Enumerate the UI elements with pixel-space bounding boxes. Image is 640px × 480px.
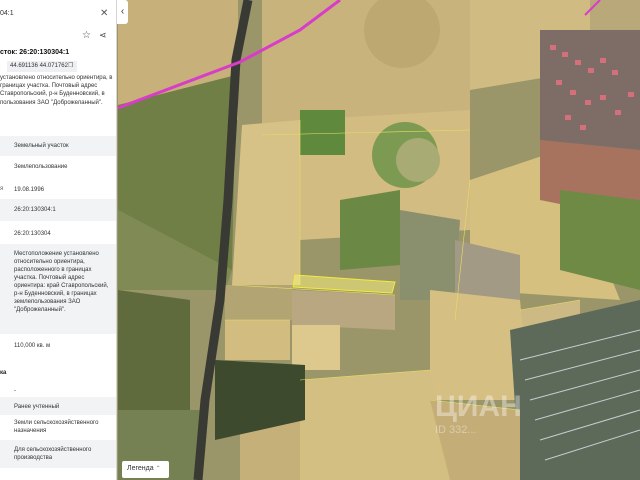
- field-cadastral-number: 26:20:130304:1: [14, 207, 56, 213]
- close-button[interactable]: ✕: [100, 8, 108, 19]
- share-button[interactable]: ⋖: [99, 30, 107, 41]
- coordinates-field[interactable]: 44.691136 44.071762: [7, 61, 77, 72]
- field-date: 19.08.1996: [14, 187, 45, 193]
- section-heading: ка: [0, 370, 7, 376]
- panel-header-id: 04:1: [0, 10, 14, 17]
- field-dash: -: [14, 388, 16, 394]
- copy-icon[interactable]: ❐: [68, 62, 73, 69]
- watermark-id: ID 332...: [435, 424, 477, 436]
- field-status: Ранее учтенный: [14, 404, 60, 410]
- favorite-button[interactable]: ☆: [82, 30, 91, 41]
- share-icon: ⋖: [99, 30, 107, 40]
- legend-label: Легенда: [127, 465, 154, 472]
- collapse-panel-button[interactable]: ‹: [117, 0, 128, 24]
- legend-button[interactable]: Легенда ⌃: [122, 461, 169, 478]
- chevron-left-icon: ‹: [120, 6, 125, 17]
- parcel-title: сток: 26:20:130304:1: [0, 49, 70, 56]
- field-subtype: Землепользование: [14, 164, 68, 170]
- star-icon: ☆: [82, 30, 91, 41]
- field-permitted-use: Для сельскохозяйственного производства: [14, 447, 92, 461]
- chevron-up-icon: ⌃: [155, 466, 161, 472]
- parcel-info-panel: 04:1 ✕ ☆ ⋖ сток: 26:20:130304:1 44.69113…: [0, 0, 117, 480]
- field-date-label: я: [0, 186, 4, 192]
- close-icon: ✕: [100, 8, 109, 19]
- field-cadastral-quarter: 26:20:130304: [14, 231, 51, 237]
- field-address: Местоположение установлено относительно …: [14, 251, 109, 313]
- parcel-description: установлено относительно ориентира, в гр…: [0, 75, 113, 106]
- watermark-logo: ЦИАН: [435, 390, 522, 423]
- field-land-category: Земли сельскохозяйственного назначения: [14, 420, 99, 434]
- field-area: 110,000 кв. м: [14, 343, 51, 349]
- field-object-type: Земельный участок: [14, 143, 69, 149]
